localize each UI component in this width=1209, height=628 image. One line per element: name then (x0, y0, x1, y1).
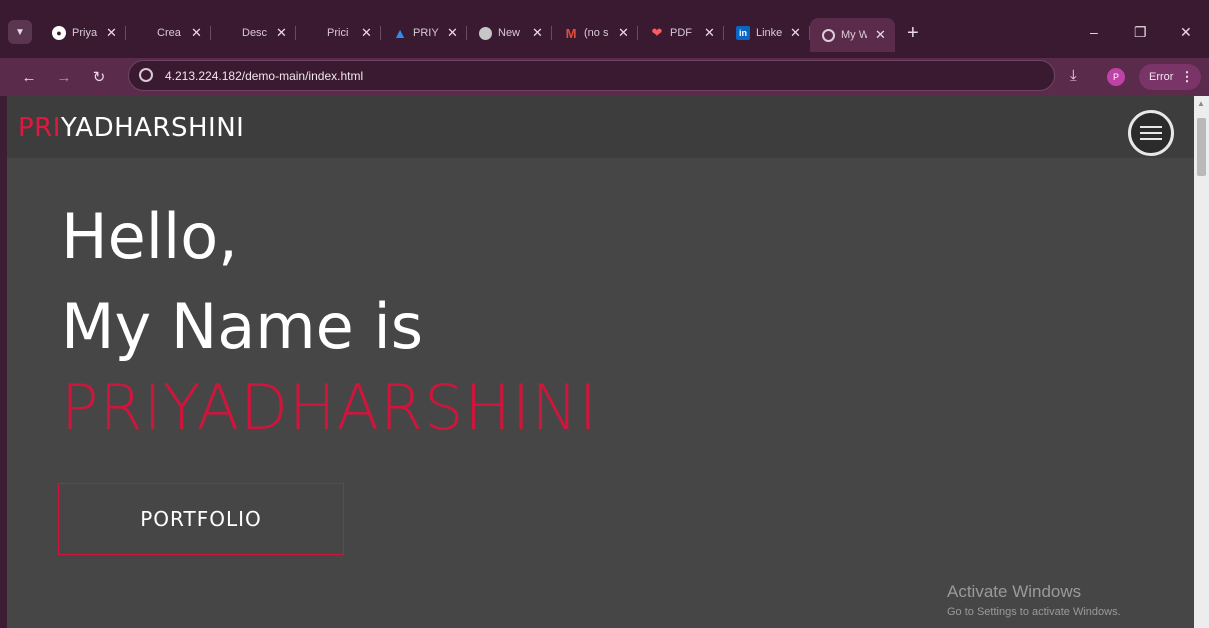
linkedin-icon: in (736, 26, 750, 40)
close-icon[interactable]: ✕ (276, 25, 290, 41)
pdf-heart-icon: ❤ (651, 25, 663, 40)
watermark-subtitle: Go to Settings to activate Windows. (947, 606, 1121, 618)
microsoft-icon (308, 27, 321, 40)
tab-list: ● Priya ✕ Crea ✕ Desc ✕ Prici ✕ ▲ PRIY ✕… (40, 18, 919, 52)
hero-name-highlight: PRIYADHARSHINI (61, 371, 599, 444)
close-icon[interactable]: ✕ (191, 25, 205, 41)
gmail-icon: M (565, 25, 577, 41)
tab-title: Desc (242, 27, 268, 39)
tab-title: Linke (756, 27, 782, 39)
download-icon[interactable]: ⤓ (1070, 67, 1077, 84)
vertical-scrollbar[interactable]: ▲ (1194, 96, 1209, 628)
tab-gmail[interactable]: M (no s ✕ (552, 18, 638, 48)
url-text[interactable]: 4.213.224.182/demo-main/index.html (165, 69, 363, 83)
close-icon[interactable]: ✕ (361, 25, 375, 41)
hamburger-menu-button[interactable] (1128, 110, 1174, 156)
browser-toolbar: ← → ↻ 4.213.224.182/demo-main/index.html… (0, 58, 1209, 96)
profile-avatar[interactable]: P (1107, 68, 1125, 86)
scroll-up-icon[interactable]: ▲ (1197, 99, 1205, 108)
close-icon[interactable]: ✕ (875, 27, 889, 43)
tab-search-button[interactable]: ▼ (8, 20, 32, 44)
error-menu-button[interactable]: Error ⋮ (1139, 64, 1201, 90)
tab-title: Crea (157, 27, 181, 39)
close-icon[interactable]: ✕ (447, 25, 461, 41)
site-info-icon[interactable] (139, 68, 153, 82)
close-icon[interactable]: ✕ (106, 25, 120, 41)
error-label: Error (1149, 71, 1174, 83)
tab-title: Prici (327, 27, 349, 39)
site-header: PRIYADHARSHINI (7, 96, 1194, 158)
tab-title: New (498, 27, 521, 39)
forward-arrow-icon[interactable]: → (52, 65, 76, 89)
tab-active-site[interactable]: My W ✕ (810, 18, 895, 52)
scrollbar-thumb[interactable] (1197, 118, 1206, 176)
chrome-icon (479, 26, 492, 40)
tab-new[interactable]: New ✕ (467, 18, 552, 48)
close-icon[interactable]: ✕ (532, 25, 546, 41)
minimize-icon[interactable]: – (1090, 18, 1098, 46)
hero-greeting: Hello, (61, 200, 238, 273)
hero-intro: My Name is (61, 290, 424, 363)
tab-title: PRIY (413, 27, 439, 39)
close-icon[interactable]: ✕ (790, 25, 804, 41)
windows-activation-watermark: Activate Windows Go to Settings to activ… (947, 582, 1121, 618)
window-close-icon[interactable]: ✕ (1180, 18, 1192, 46)
microsoft-icon (223, 27, 236, 40)
tab-create[interactable]: Crea ✕ (126, 18, 211, 48)
tab-github[interactable]: ● Priya ✕ (40, 18, 126, 48)
kebab-menu-icon: ⋮ (1180, 69, 1194, 84)
close-icon[interactable]: ✕ (618, 25, 632, 41)
tab-title: (no s (584, 27, 609, 39)
page-viewport: PRIYADHARSHINI Hello, My Name is PRIYADH… (7, 96, 1194, 628)
chevron-down-icon: ▼ (15, 26, 25, 38)
globe-icon (822, 28, 835, 42)
tab-linkedin[interactable]: in Linke ✕ (724, 18, 810, 48)
portfolio-button[interactable]: PORTFOLIO (58, 483, 344, 555)
back-arrow-icon[interactable]: ← (17, 65, 41, 89)
tab-azure[interactable]: ▲ PRIY ✕ (381, 18, 467, 48)
tab-title: PDF (670, 27, 692, 39)
new-tab-plus-icon[interactable]: + (907, 22, 919, 45)
tab-title: My W (841, 29, 867, 41)
github-icon: ● (52, 26, 66, 40)
watermark-title: Activate Windows (947, 582, 1082, 601)
azure-icon: ▲ (393, 25, 407, 41)
restore-icon[interactable]: ❐ (1134, 18, 1147, 46)
tab-title: Priya (72, 27, 98, 39)
site-logo[interactable]: PRIYADHARSHINI (18, 113, 244, 143)
logo-rest: YADHARSHINI (60, 113, 245, 143)
hamburger-menu-icon (1140, 126, 1162, 128)
logo-accent: PRI (18, 113, 61, 143)
tab-description[interactable]: Desc ✕ (211, 18, 296, 48)
microsoft-icon (138, 27, 151, 40)
address-bar[interactable]: 4.213.224.182/demo-main/index.html (128, 60, 1055, 91)
close-icon[interactable]: ✕ (704, 25, 718, 41)
tab-pricing[interactable]: Prici ✕ (296, 18, 381, 48)
tab-pdf[interactable]: ❤ PDF ✕ (638, 18, 724, 48)
tab-strip: ▼ ● Priya ✕ Crea ✕ Desc ✕ Prici ✕ ▲ PRIY… (0, 0, 1209, 58)
reload-icon[interactable]: ↻ (87, 65, 111, 89)
